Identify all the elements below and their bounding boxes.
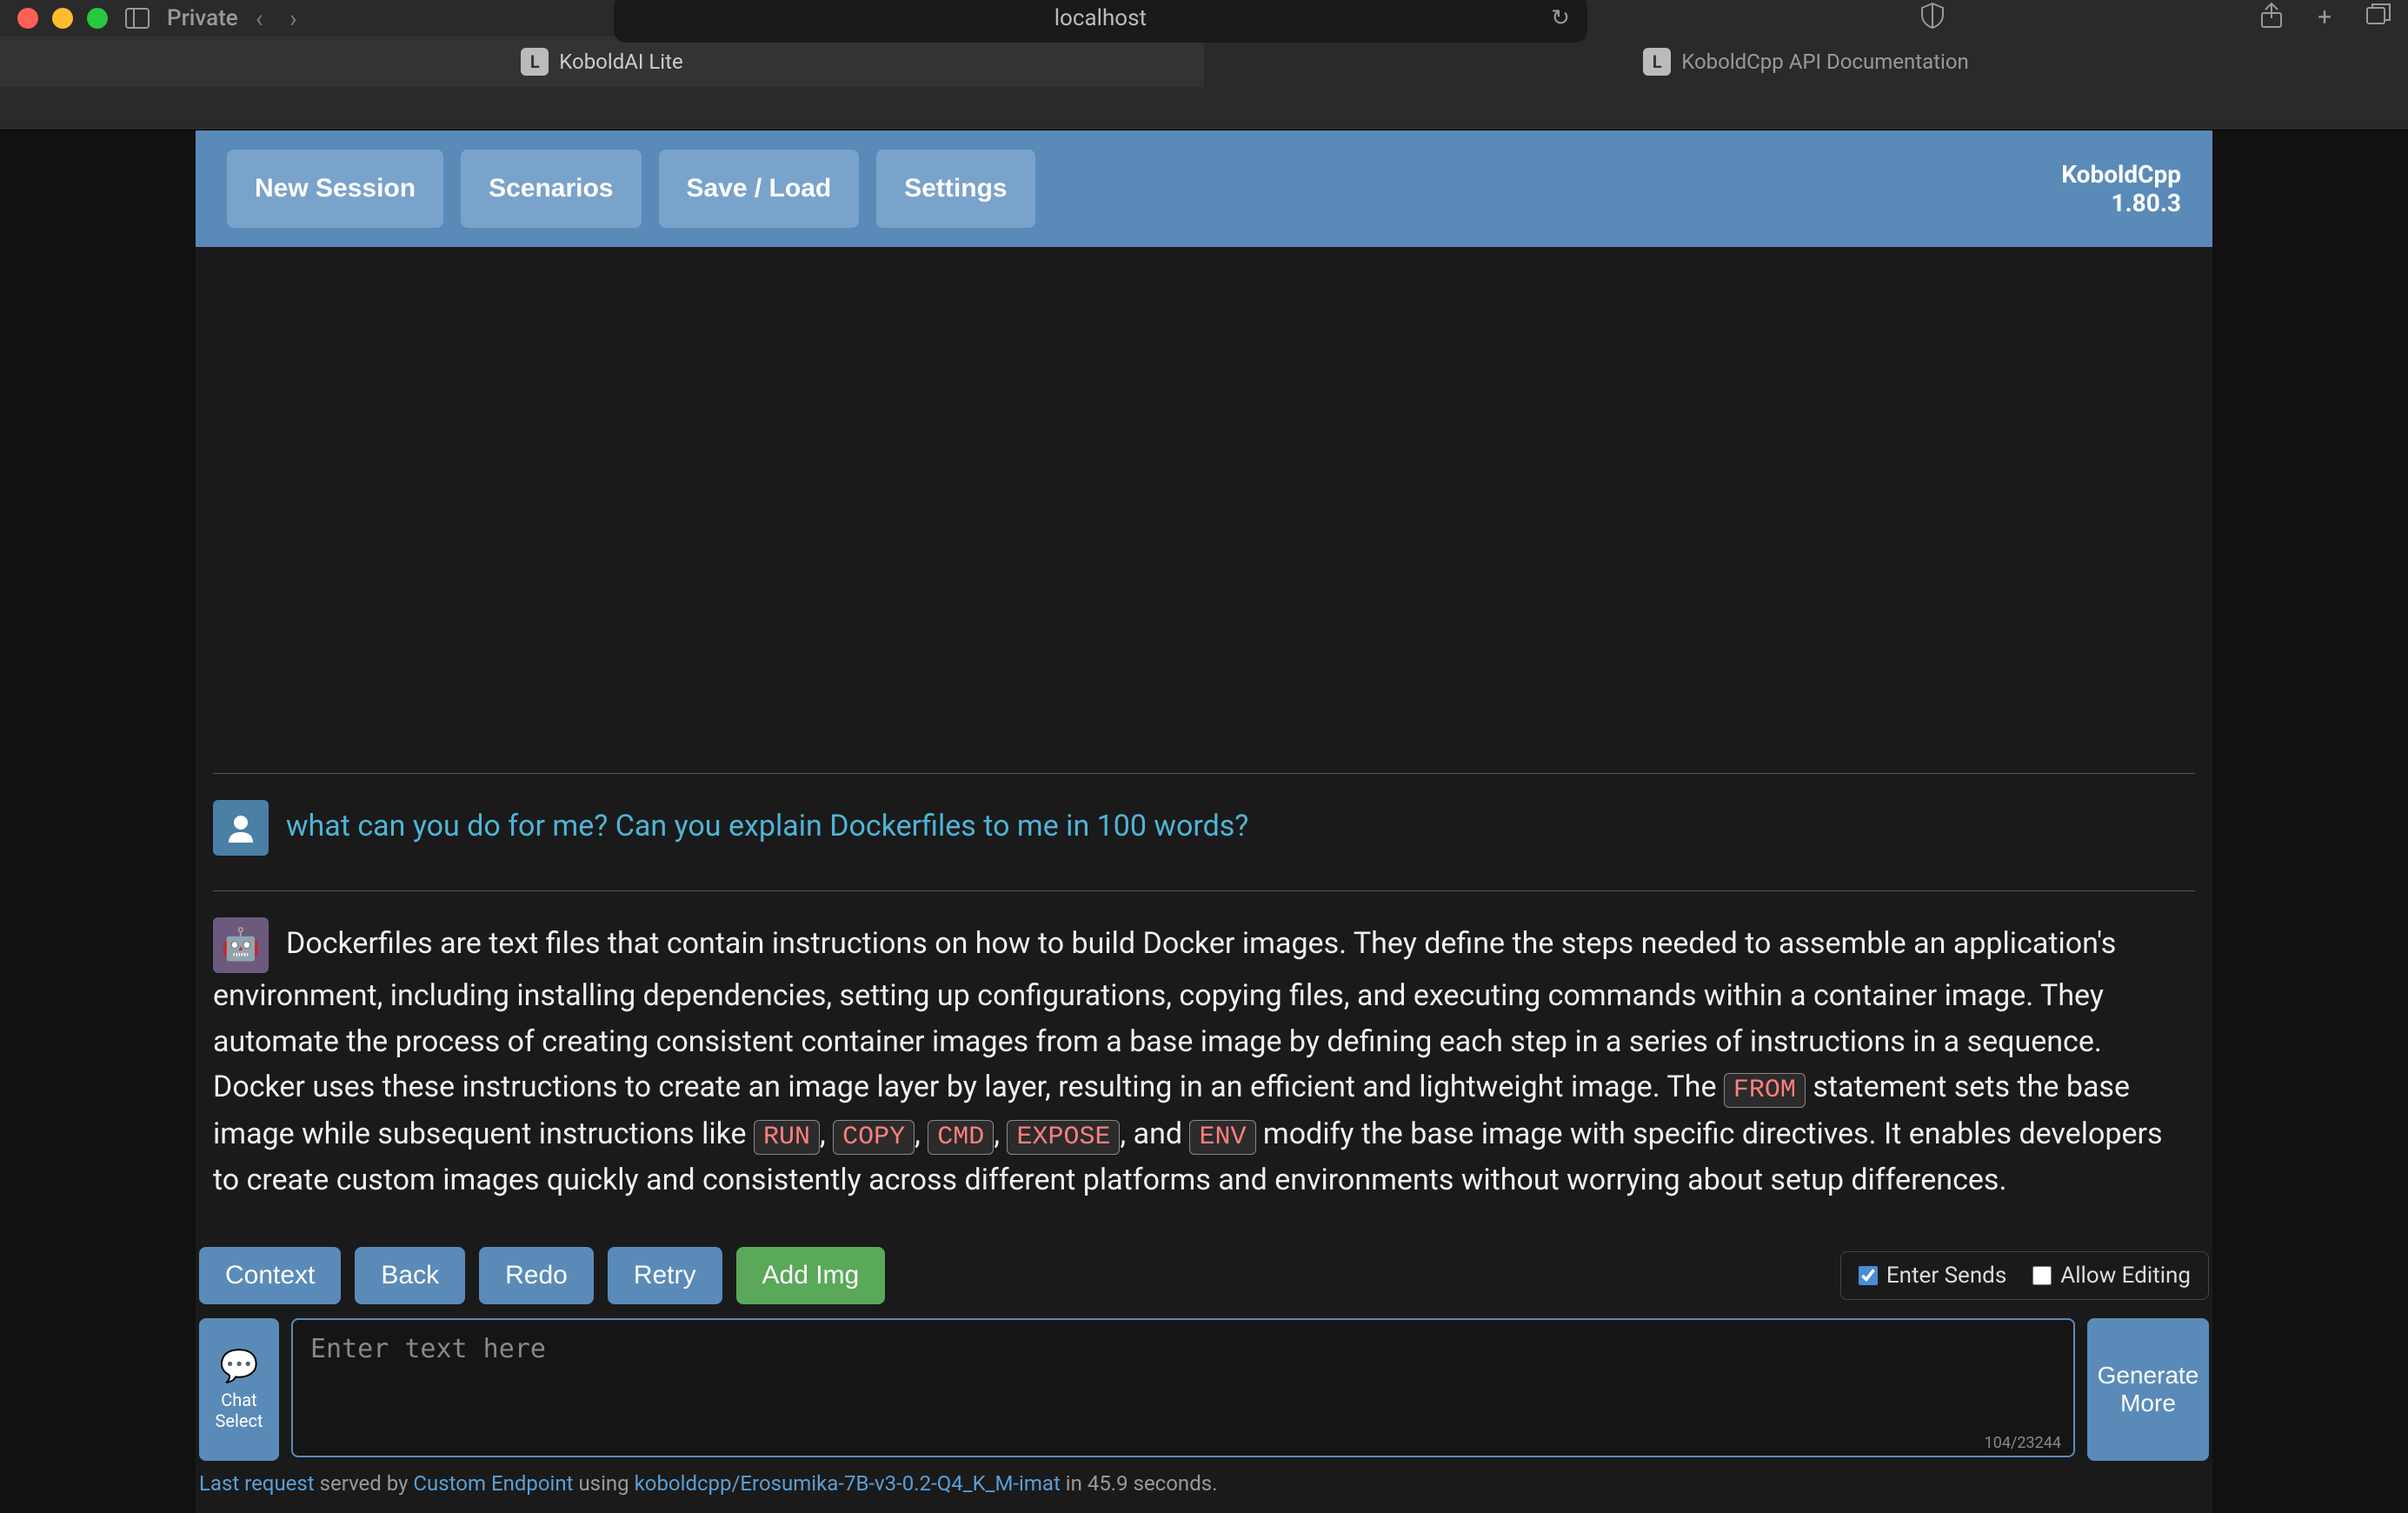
action-bar: Context Back Redo Retry Add Img Enter Se… bbox=[196, 1238, 2212, 1313]
settings-button[interactable]: Settings bbox=[876, 150, 1034, 228]
endpoint-link[interactable]: Custom Endpoint bbox=[413, 1471, 573, 1496]
user-avatar-icon bbox=[213, 800, 269, 856]
status-line: Last request served by Custom Endpoint u… bbox=[196, 1466, 2212, 1513]
window-zoom[interactable] bbox=[87, 8, 108, 29]
bot-message: 🤖Dockerfiles are text files that contain… bbox=[196, 909, 2212, 1212]
generate-more-button[interactable]: Generate More bbox=[2087, 1318, 2209, 1461]
window-minimize[interactable] bbox=[52, 8, 73, 29]
app-container: New Session Scenarios Save / Load Settin… bbox=[0, 130, 2408, 1513]
chat-spacer bbox=[196, 264, 2212, 756]
bot-text: , and bbox=[1120, 1116, 1189, 1151]
back-button[interactable]: Back bbox=[355, 1247, 465, 1304]
chat-area: what can you do for me? Can you explain … bbox=[196, 247, 2212, 1238]
divider bbox=[213, 773, 2195, 774]
code-cmd: CMD bbox=[928, 1120, 994, 1155]
code-from: FROM bbox=[1724, 1073, 1806, 1108]
allow-editing-option[interactable]: Allow Editing bbox=[2032, 1263, 2191, 1289]
browser-chrome: Private ‹ › localhost ↻ + L KoboldAI Lit… bbox=[0, 0, 2408, 130]
forward-arrow-icon[interactable]: › bbox=[289, 3, 297, 34]
divider bbox=[213, 890, 2195, 891]
back-arrow-icon[interactable]: ‹ bbox=[256, 3, 263, 34]
tab-favicon: L bbox=[1643, 48, 1671, 76]
user-message-text: what can you do for me? Can you explain … bbox=[286, 809, 1248, 843]
enter-sends-label: Enter Sends bbox=[1886, 1263, 2006, 1289]
retry-button[interactable]: Retry bbox=[608, 1247, 722, 1304]
bot-text: , bbox=[994, 1116, 1007, 1151]
code-run: RUN bbox=[754, 1120, 820, 1155]
model-link[interactable]: koboldcpp/Erosumika-7B-v3-0.2-Q4_K_M-ima… bbox=[635, 1471, 1061, 1496]
enter-sends-checkbox[interactable] bbox=[1859, 1266, 1878, 1285]
tab-title: KoboldAI Lite bbox=[559, 50, 682, 74]
app-frame: New Session Scenarios Save / Load Settin… bbox=[196, 130, 2212, 1513]
private-label: Private bbox=[167, 5, 238, 31]
scenarios-button[interactable]: Scenarios bbox=[461, 150, 641, 228]
refresh-icon[interactable]: ↻ bbox=[1551, 5, 1570, 31]
input-row: 💬 Chat Select 104/23244 Generate More bbox=[196, 1313, 2212, 1466]
tab-favicon: L bbox=[521, 48, 549, 76]
code-copy: COPY bbox=[833, 1120, 915, 1155]
redo-button[interactable]: Redo bbox=[479, 1247, 594, 1304]
last-request-link[interactable]: Last request bbox=[199, 1471, 315, 1496]
tab-kobold-api-docs[interactable]: L KoboldCpp API Documentation bbox=[1204, 37, 2408, 87]
allow-editing-checkbox[interactable] bbox=[2032, 1266, 2052, 1285]
url-bar[interactable]: localhost ↻ bbox=[614, 0, 1587, 43]
window-close[interactable] bbox=[17, 8, 38, 29]
sidebar-toggle-icon[interactable] bbox=[125, 8, 150, 29]
code-expose: EXPOSE bbox=[1007, 1120, 1120, 1155]
app-header: New Session Scenarios Save / Load Settin… bbox=[196, 130, 2212, 247]
allow-editing-label: Allow Editing bbox=[2060, 1263, 2191, 1289]
tab-title: KoboldCpp API Documentation bbox=[1681, 50, 1969, 74]
window-controls bbox=[17, 8, 108, 29]
bot-avatar-icon: 🤖 bbox=[213, 917, 269, 973]
new-session-button[interactable]: New Session bbox=[227, 150, 443, 228]
chat-select-button[interactable]: 💬 Chat Select bbox=[199, 1318, 279, 1461]
token-count: 104/23244 bbox=[1985, 1434, 2061, 1452]
save-load-button[interactable]: Save / Load bbox=[659, 150, 860, 228]
tab-kobold-lite[interactable]: L KoboldAI Lite bbox=[0, 37, 1204, 87]
chat-select-icon: 💬 bbox=[220, 1348, 259, 1384]
new-tab-icon[interactable]: + bbox=[2318, 3, 2332, 35]
tabs-overview-icon[interactable] bbox=[2366, 3, 2391, 35]
text-input[interactable] bbox=[291, 1318, 2075, 1457]
code-env: ENV bbox=[1189, 1120, 1255, 1155]
app-version: KoboldCpp 1.80.3 bbox=[2061, 160, 2181, 217]
add-img-button[interactable]: Add Img bbox=[736, 1247, 886, 1304]
url-text: localhost bbox=[1054, 5, 1147, 31]
tab-row: L KoboldAI Lite L KoboldCpp API Document… bbox=[0, 37, 2408, 87]
bot-text: , bbox=[820, 1116, 833, 1151]
user-message: what can you do for me? Can you explain … bbox=[196, 791, 2212, 864]
share-icon[interactable] bbox=[2260, 3, 2283, 35]
context-button[interactable]: Context bbox=[199, 1247, 341, 1304]
bot-text: , bbox=[915, 1116, 928, 1151]
enter-sends-option[interactable]: Enter Sends bbox=[1859, 1263, 2006, 1289]
privacy-shield-icon[interactable] bbox=[1921, 3, 1944, 35]
options-box: Enter Sends Allow Editing bbox=[1840, 1251, 2209, 1300]
